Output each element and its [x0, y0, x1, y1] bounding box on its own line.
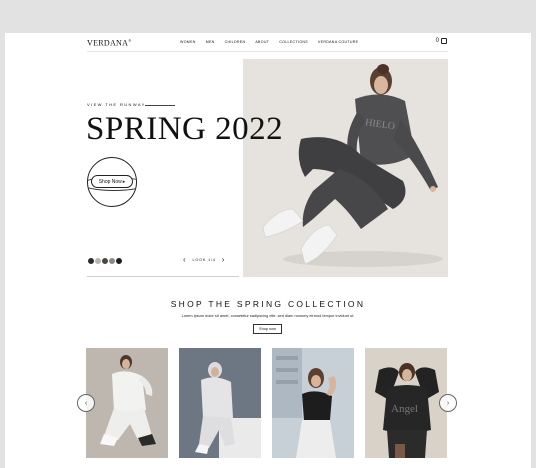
chevron-left-icon: ‹	[84, 399, 88, 407]
svg-text:Angel: Angel	[391, 403, 418, 415]
chevron-right-icon[interactable]: ›	[222, 256, 225, 264]
shopping-bag-icon	[441, 38, 447, 44]
collection-description: Lorem ipsum dolor sit amet, consetetur s…	[181, 313, 355, 318]
nav-item-children[interactable]: CHILDREN	[225, 40, 246, 44]
collection-title: SHOP THE SPRING COLLECTION	[170, 299, 366, 309]
swatch[interactable]	[115, 257, 123, 265]
brand-logo-text: VERDANA	[87, 38, 129, 48]
shop-now-label: Shop Now	[98, 178, 122, 185]
main-nav: WOMEN MEN CHILDREN ABOUT COLLECTIONS VER…	[180, 40, 358, 44]
product-carousel: Angel	[86, 348, 449, 458]
hero-divider	[87, 276, 239, 277]
product-card-black-top[interactable]	[272, 348, 354, 458]
brand-logo[interactable]: VERDANA®	[87, 38, 132, 48]
lookbook-pager: ‹ LOOK 1/4 ›	[183, 256, 225, 264]
play-arrow-icon: ▸	[122, 178, 126, 185]
product-card-grey-hoodie[interactable]	[179, 348, 261, 458]
nav-item-verdana-couture[interactable]: VERDANA COUTURE	[318, 40, 358, 44]
nav-item-collections[interactable]: COLLECTIONS	[279, 40, 308, 44]
product-card-black-sweatshirt[interactable]: Angel	[365, 348, 447, 458]
nav-item-about[interactable]: ABOUT	[255, 40, 269, 44]
carousel-next-button[interactable]: ›	[439, 394, 457, 412]
carousel-prev-button[interactable]: ‹	[77, 394, 95, 412]
cart-count: 0	[435, 38, 439, 44]
chevron-right-icon: ›	[446, 399, 450, 407]
nav-item-men[interactable]: MEN	[206, 40, 215, 44]
color-swatches	[87, 257, 123, 265]
hero-eyebrow[interactable]: VIEW THE RUNWAY	[87, 102, 146, 107]
cart-button[interactable]: 0	[436, 38, 447, 44]
chevron-left-icon[interactable]: ‹	[183, 256, 186, 264]
collection-shop-button[interactable]: Shop now	[253, 324, 282, 334]
eyebrow-line	[145, 105, 175, 106]
product-card-white-tracksuit[interactable]	[86, 348, 168, 458]
shop-now-button[interactable]: Shop Now ▸	[91, 175, 133, 188]
hero-title: SPRING 2022	[86, 111, 284, 147]
lookbook-label: LOOK 1/4	[192, 258, 216, 262]
header-divider	[87, 51, 448, 52]
nav-item-women[interactable]: WOMEN	[180, 40, 196, 44]
registered-mark: ®	[128, 38, 132, 43]
hero-model-photo: HIELO	[243, 59, 448, 277]
page: VERDANA® WOMEN MEN CHILDREN ABOUT COLLEC…	[5, 33, 531, 468]
